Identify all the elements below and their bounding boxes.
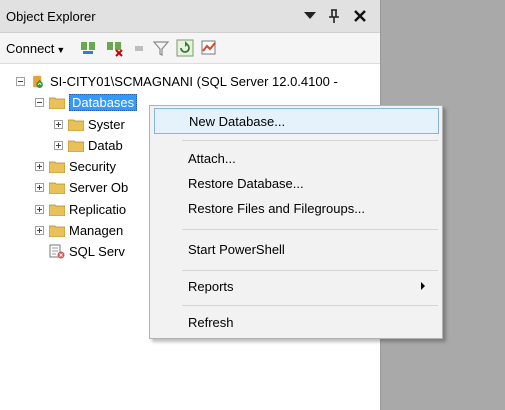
- tree-label-security: Security: [69, 158, 116, 174]
- tree-label-replication: Replicatio: [69, 201, 127, 217]
- tree-label-databases: Databases: [69, 93, 138, 111]
- panel-title: Object Explorer: [6, 9, 96, 24]
- menu-item-attach[interactable]: Attach...: [154, 145, 439, 171]
- submenu-arrow-icon: [421, 282, 425, 290]
- folder-icon: [49, 97, 65, 109]
- close-icon[interactable]: [350, 6, 370, 26]
- menu-item-reports[interactable]: Reports: [154, 273, 439, 299]
- connect-label: Connect: [6, 41, 55, 56]
- activity-monitor-icon[interactable]: [200, 39, 218, 57]
- expand-icon[interactable]: [54, 119, 63, 129]
- menu-item-restore-database[interactable]: Restore Database...: [154, 170, 439, 196]
- tree-node-replication[interactable]: Replicatio: [35, 200, 126, 218]
- expand-icon[interactable]: [35, 182, 44, 192]
- agent-icon: [49, 244, 65, 259]
- expand-icon[interactable]: [35, 161, 44, 171]
- folder-icon: [68, 140, 84, 152]
- menu-label-attach: Attach...: [188, 150, 236, 166]
- server-icon: [33, 75, 43, 88]
- menu-label-restore-database: Restore Database...: [188, 175, 304, 191]
- tree-node-management[interactable]: Managen: [35, 221, 123, 239]
- connect-icon[interactable]: [80, 39, 98, 57]
- tree-label-database-snapshots: Datab: [88, 137, 123, 153]
- tree-node-system-databases[interactable]: Syster: [54, 115, 125, 133]
- stop-icon[interactable]: [130, 39, 148, 57]
- menu-separator: [182, 305, 438, 306]
- chevron-down-icon: ▼: [56, 45, 66, 55]
- tree-label-system-databases: Syster: [88, 116, 125, 132]
- folder-icon: [49, 182, 65, 194]
- collapse-icon[interactable]: [16, 76, 25, 86]
- menu-separator: [182, 270, 438, 271]
- filter-icon[interactable]: [152, 39, 170, 57]
- menu-item-refresh[interactable]: Refresh: [154, 309, 439, 335]
- dropdown-arrow-icon[interactable]: [300, 6, 320, 26]
- expand-icon[interactable]: [35, 204, 44, 214]
- disconnect-icon[interactable]: [106, 39, 124, 57]
- object-explorer-toolbar: Connect ▼: [0, 33, 380, 64]
- folder-icon: [68, 119, 84, 131]
- folder-icon: [49, 204, 65, 216]
- menu-item-start-powershell[interactable]: Start PowerShell: [154, 236, 439, 262]
- expand-icon[interactable]: [35, 225, 44, 235]
- tree-node-database-snapshots[interactable]: Datab: [54, 136, 123, 154]
- expand-icon[interactable]: [54, 140, 63, 150]
- folder-icon: [49, 161, 65, 173]
- menu-label-restore-files: Restore Files and Filegroups...: [188, 200, 366, 216]
- tree-node-databases[interactable]: Databases: [35, 93, 138, 111]
- tree-label-server: SI-CITY01\SCMAGNANI (SQL Server 12.0.410…: [50, 73, 338, 89]
- refresh-icon[interactable]: [176, 39, 194, 57]
- menu-label-refresh: Refresh: [188, 314, 234, 330]
- tree-node-security[interactable]: Security: [35, 157, 116, 175]
- menu-item-new-database[interactable]: New Database...: [154, 108, 439, 134]
- tree-node-sql-server-agent[interactable]: SQL Serv: [49, 242, 125, 260]
- menu-label-new-database: New Database...: [189, 113, 286, 129]
- tree-label-server-objects: Server Ob: [69, 179, 129, 195]
- collapse-icon[interactable]: [35, 97, 44, 107]
- object-explorer-titlebar: Object Explorer: [0, 0, 380, 33]
- tree-node-server-objects[interactable]: Server Ob: [35, 178, 128, 196]
- menu-label-reports: Reports: [188, 278, 234, 294]
- menu-separator: [182, 229, 438, 230]
- tree-label-sql-server-agent: SQL Serv: [69, 243, 125, 259]
- pin-icon[interactable]: [324, 6, 344, 26]
- menu-label-start-powershell: Start PowerShell: [188, 241, 285, 257]
- folder-icon: [49, 225, 65, 237]
- context-menu: New Database... Attach... Restore Databa…: [149, 105, 443, 339]
- menu-item-restore-files[interactable]: Restore Files and Filegroups...: [154, 195, 439, 221]
- connect-button[interactable]: Connect ▼: [6, 41, 65, 56]
- tree-label-management: Managen: [69, 222, 124, 238]
- menu-separator: [182, 140, 438, 141]
- tree-node-server[interactable]: SI-CITY01\SCMAGNANI (SQL Server 12.0.410…: [16, 72, 338, 90]
